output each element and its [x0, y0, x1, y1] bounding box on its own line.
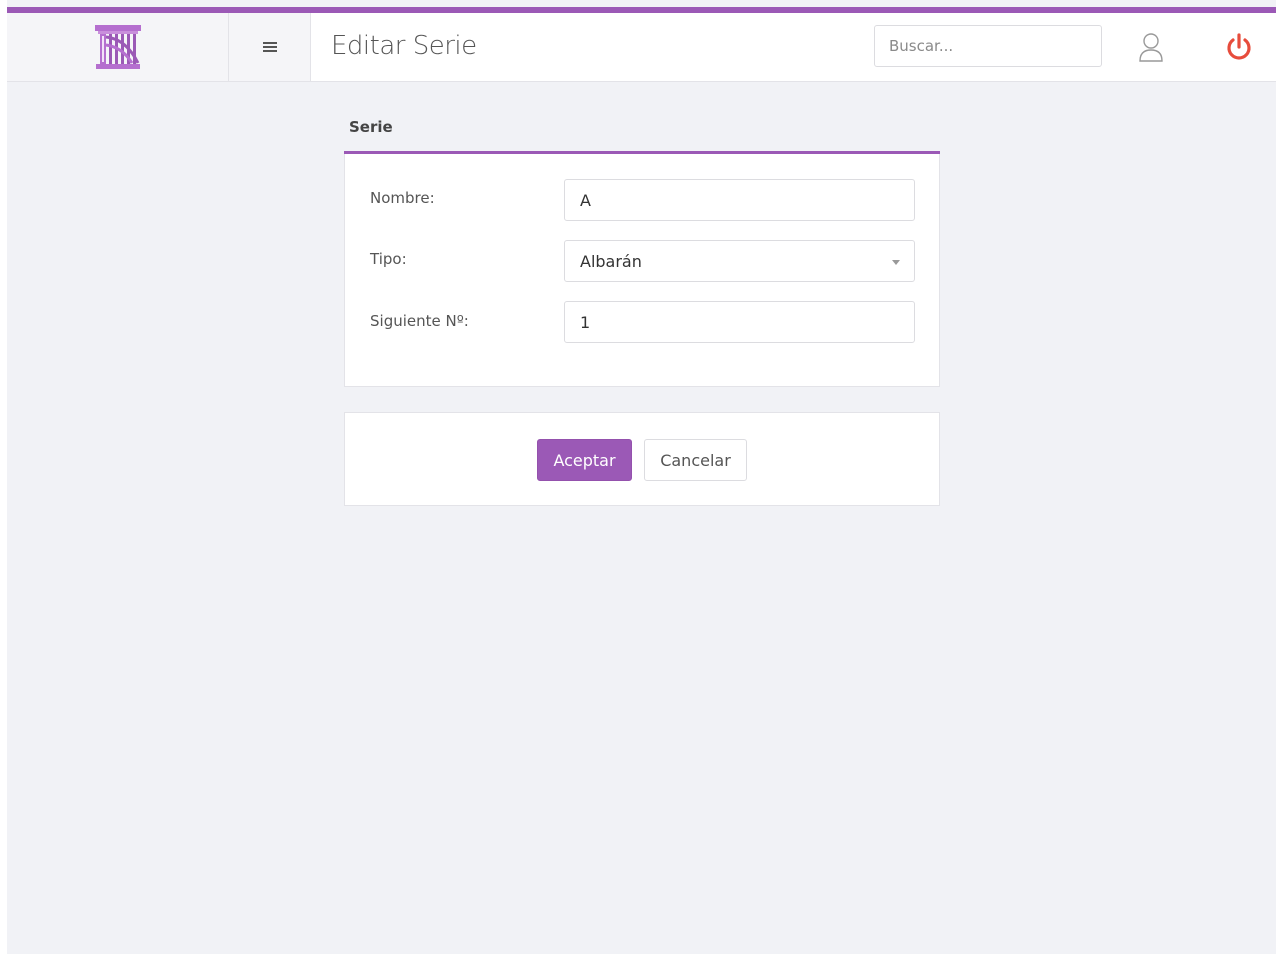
top-navbar: Editar Serie: [7, 7, 1276, 82]
user-button[interactable]: [1135, 31, 1167, 63]
tipo-selected-value: Albarán: [580, 251, 642, 271]
logo-area[interactable]: [7, 13, 229, 81]
cancel-button[interactable]: Cancelar: [644, 439, 747, 481]
left-frame-border: [0, 0, 7, 954]
panel-title: Serie: [349, 118, 393, 136]
nombre-input[interactable]: [564, 179, 915, 221]
logout-button[interactable]: [1223, 31, 1255, 63]
power-icon: [1227, 33, 1251, 60]
chevron-down-icon: [892, 260, 900, 265]
search-input[interactable]: [874, 25, 1102, 67]
nombre-label: Nombre:: [370, 189, 435, 207]
accept-button[interactable]: Aceptar: [537, 439, 632, 481]
menu-toggle-button[interactable]: [229, 13, 311, 81]
columns-logo-icon: [94, 25, 141, 69]
tipo-label: Tipo:: [370, 250, 407, 268]
panel-heading: Serie: [344, 110, 940, 154]
siguiente-numero-input[interactable]: [564, 301, 915, 343]
serie-form: Nombre: Tipo: Albarán Siguiente Nº:: [344, 154, 940, 387]
user-icon: [1139, 33, 1163, 62]
page-title: Editar Serie: [331, 31, 477, 61]
siguiente-label: Siguiente Nº:: [370, 312, 469, 330]
tipo-select[interactable]: Albarán: [564, 240, 915, 282]
form-actions: Aceptar Cancelar: [344, 412, 940, 506]
hamburger-icon: [262, 42, 277, 52]
